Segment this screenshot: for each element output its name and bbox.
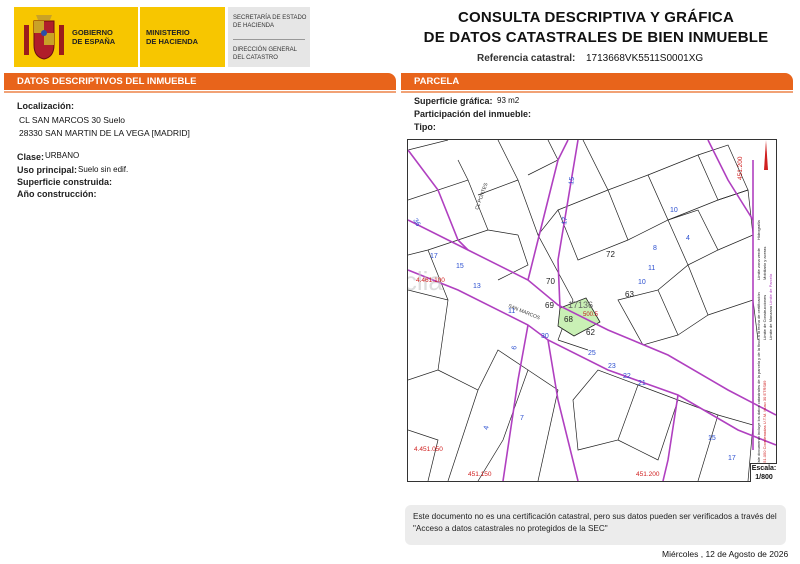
clase-value: URBANO bbox=[45, 151, 80, 160]
svg-text:7: 7 bbox=[520, 415, 524, 422]
street-ctpontes: CL PONTES bbox=[474, 182, 489, 211]
ministry-line1: MINISTERIO bbox=[146, 28, 190, 37]
clase-label: Clase: bbox=[17, 152, 45, 162]
secretaria-divider bbox=[233, 39, 305, 40]
svg-text:17: 17 bbox=[430, 253, 438, 260]
uso-value: Suelo sin edif. bbox=[78, 165, 129, 174]
label-62: 62 bbox=[586, 328, 595, 337]
secretaria-line2: DE HACIENDA bbox=[233, 22, 275, 29]
page-title: CONSULTA DESCRIPTIVA Y GRÁFICA DE DATOS … bbox=[398, 8, 794, 48]
legend-5: Límite zona verde bbox=[756, 247, 761, 280]
svg-text:11: 11 bbox=[648, 265, 655, 272]
svg-text:17: 17 bbox=[728, 455, 736, 462]
svg-text:23: 23 bbox=[608, 363, 616, 370]
address-line2: 28330 SAN MARTIN DE LA VEGA [MADRID] bbox=[19, 128, 190, 138]
section-title-descriptive: DATOS DESCRIPTIVOS DEL INMUEBLE bbox=[4, 73, 396, 93]
parcel-label: 68 bbox=[564, 315, 573, 324]
title-line1: CONSULTA DESCRIPTIVA Y GRÁFICA bbox=[457, 9, 734, 26]
coord-bottom-right: 451.200 bbox=[636, 471, 660, 478]
legend-2: Límite de Parcela bbox=[768, 273, 773, 305]
government-logo: GOBIERNO DE ESPAÑA MINISTERIO DE HACIEND… bbox=[14, 7, 225, 67]
direccion-line2: DEL CATASTRO bbox=[233, 54, 278, 61]
ref-label: Referencia catastral: bbox=[477, 53, 576, 64]
svg-text:30: 30 bbox=[541, 333, 549, 340]
scale-label: Escala: bbox=[751, 465, 777, 472]
uso-label: Uso principal: bbox=[17, 165, 78, 175]
label-63: 63 bbox=[625, 290, 634, 299]
svg-text:17: 17 bbox=[561, 216, 569, 225]
section-title-parcela: PARCELA bbox=[401, 73, 793, 93]
side-text-2: 451.050 Coordenadas U.T.M. Huso 30 ETRS8… bbox=[762, 380, 767, 465]
side-text-1: Este documento incluye los datos catastr… bbox=[756, 292, 761, 465]
logo-line2: DE ESPAÑA bbox=[72, 37, 116, 46]
coord-left-bottom: 4.451.050 bbox=[414, 446, 443, 453]
coord-bottom-mid: 451.150 bbox=[468, 471, 492, 478]
svg-text:13: 13 bbox=[473, 283, 481, 290]
participacion-label: Participación del inmueble: bbox=[414, 109, 532, 119]
ministry-line2: DE HACIENDA bbox=[146, 37, 199, 46]
legend-6: Hidrografía bbox=[756, 219, 761, 240]
legend-1: Límite de Manzana bbox=[768, 305, 773, 340]
coat-of-arms-icon bbox=[24, 15, 64, 60]
logo-divider bbox=[138, 7, 140, 67]
superficie-label: Superficie construida: bbox=[17, 177, 113, 187]
coord-left-top: 4.461.100 bbox=[416, 277, 445, 284]
tipo-label: Tipo: bbox=[414, 122, 436, 132]
disclaimer-note: Este documento no es una certificación c… bbox=[405, 505, 786, 545]
legend-4: Mobiliario y aceras bbox=[762, 247, 767, 280]
label-69: 69 bbox=[545, 301, 554, 310]
ref-value: 1713668VK5511S0001XG bbox=[586, 53, 704, 64]
svg-text:25: 25 bbox=[588, 350, 596, 357]
svg-text:15: 15 bbox=[456, 263, 464, 270]
scale-box: Escala: 1/800 bbox=[750, 463, 777, 482]
label-72: 72 bbox=[606, 250, 615, 259]
secretaria-line1: SECRETARÍA DE ESTADO bbox=[233, 15, 307, 21]
direccion-line1: DIRECCIÓN GENERAL bbox=[233, 47, 298, 53]
parcel-area: 500.5 bbox=[583, 312, 599, 318]
sup-grafica-label: Superficie gráfica: bbox=[414, 96, 493, 106]
cadastral-map[interactable]: 36 17 15 13 11 30 25 23 22 21 15 17 10 4… bbox=[407, 139, 777, 482]
svg-text:4: 4 bbox=[686, 235, 690, 242]
svg-text:15: 15 bbox=[708, 435, 716, 442]
sheet-ref: 17136 bbox=[568, 300, 593, 310]
svg-text:21: 21 bbox=[638, 380, 646, 387]
north-arrow-icon bbox=[764, 140, 768, 170]
svg-text:10: 10 bbox=[638, 279, 646, 286]
localizacion-label: Localización: bbox=[17, 101, 75, 111]
logo-line1: GOBIERNO bbox=[72, 28, 113, 37]
address-line1: CL SAN MARCOS 30 Suelo bbox=[19, 115, 125, 125]
svg-text:15: 15 bbox=[568, 176, 576, 185]
title-line2: DE DATOS CATASTRALES DE BIEN INMUEBLE bbox=[423, 29, 769, 46]
anio-label: Año construcción: bbox=[17, 189, 97, 199]
coord-top-right: 451.200 bbox=[737, 156, 744, 180]
sup-grafica-value: 93 m2 bbox=[497, 96, 520, 105]
svg-text:22: 22 bbox=[623, 373, 631, 380]
issue-date: Miércoles , 12 de Agosto de 2026 bbox=[662, 549, 789, 559]
label-70: 70 bbox=[546, 277, 555, 286]
svg-text:6: 6 bbox=[511, 345, 519, 350]
svg-text:8: 8 bbox=[653, 245, 657, 252]
secretaria-box: SECRETARÍA DE ESTADO DE HACIENDA DIRECCI… bbox=[228, 7, 310, 67]
svg-text:4: 4 bbox=[483, 425, 491, 430]
scale-value: 1/800 bbox=[755, 473, 773, 481]
svg-text:10: 10 bbox=[670, 207, 678, 214]
legend-3: Límite de Construcciones bbox=[762, 295, 767, 340]
